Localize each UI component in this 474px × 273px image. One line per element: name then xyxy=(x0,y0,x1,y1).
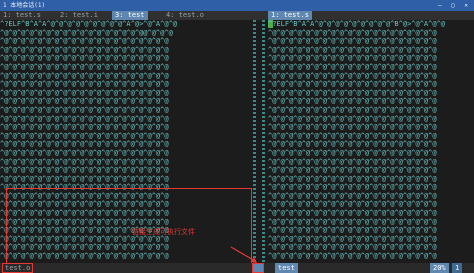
left-editor-line: ^@^@^@^@^@^@^@^@^@^@^@^@^@^@^@^@^@^@^@^@ xyxy=(0,37,169,46)
line-indicator: 1 xyxy=(452,263,463,273)
window-title-bar: 1 本地会话(1) — ▢ ✕ xyxy=(0,0,474,11)
right-editor-line: ^@^@^@^@^@^@^@^@^@^@^@^@^@^@^@^@^@^@^@^@ xyxy=(268,45,437,54)
tab-line: 1: test.s 2: test.i 3: test 4: test.o 1:… xyxy=(0,11,474,20)
right-editor-line: ^@^@^@^@^@^@^@^@^@^@^@^@^@^@^@^@^@^@^@^@ xyxy=(268,157,437,166)
left-editor-line: ^@^@^@^@^@^@^@^@^@^@^@^@^@^@^@^@^@^@^@^@ xyxy=(0,45,169,54)
right-editor-line: ^@^@^@^@^@^@^@^@^@^@^@^@^@^@^@^@^@^@^@^@ xyxy=(268,131,437,140)
tab-test-o[interactable]: 4: test.o xyxy=(163,11,207,20)
left-file-name: test.o xyxy=(2,263,34,273)
left-editor-line: ^@^@^@^@^@^@^@^@^@^@^@^@^@^@^@^@^@^@^@^@ xyxy=(0,71,169,80)
split-marker xyxy=(252,263,264,273)
split-divider[interactable] xyxy=(252,20,266,263)
left-editor-line: ^@^@^@^@^@^@^@^@^@^@^@^@^@^@^@^@^@^@^@^@ xyxy=(0,62,169,71)
right-editor-line: ^@^@^@^@^@^@^@^@^@^@^@^@^@^@^@^@^@^@^@^@ xyxy=(268,174,437,183)
right-editor-line: ^@^@^@^@^@^@^@^@^@^@^@^@^@^@^@^@^@^@^@^@ xyxy=(268,28,437,37)
right-editor-line: ^@^@^@^@^@^@^@^@^@^@^@^@^@^@^@^@^@^@^@^@ xyxy=(268,183,437,192)
right-editor-line: ^@^@^@^@^@^@^@^@^@^@^@^@^@^@^@^@^@^@^@^@ xyxy=(268,62,437,71)
right-editor-line: ^?ELF^B^A^A^@^@^@^@^@^@^@^@^@^B^@>^@^A^@… xyxy=(268,20,446,28)
annotation-arrow-icon xyxy=(230,246,257,263)
left-editor-line: ^@^@^@^@^@^@^@^@^@^@^@^@^@^@^@^@^@^@^@^@ xyxy=(0,88,169,97)
window-controls[interactable]: — ▢ ✕ xyxy=(438,0,471,11)
right-editor-line: ^@^@^@^@^@^@^@^@^@^@^@^@^@^@^@^@^@^@^@^@ xyxy=(268,226,437,235)
tab-right-test-s[interactable]: 1: test.s xyxy=(268,11,312,20)
left-editor-line: ^@^@^@^@^@^@^@^@^@^@^@^@^@^@^@^@^@^@^@^@ xyxy=(0,105,169,114)
right-editor-line: ^@^@^@^@^@^@^@^@^@^@^@^@^@^@^@^@^@^@^@^@ xyxy=(268,140,437,149)
scroll-percent: 20% xyxy=(430,263,449,273)
right-editor-line: ^@^@^@^@^@^@^@^@^@^@^@^@^@^@^@^@^@^@^@^@ xyxy=(268,217,437,226)
tab-test-i[interactable]: 2: test.i xyxy=(57,11,101,20)
window-title: 1 本地会话(1) xyxy=(3,2,46,9)
status-line: test.o test 20% 1 xyxy=(0,263,474,273)
left-editor-line: ^@^@^@^@^@^@^@^@^@^@^@^@^@^@^@^@^@^@^@^@ xyxy=(0,114,169,123)
left-editor-line: ^@^@^@^@^@^@^@^@^@^@^@^@^@^@^@^@^@^@^@^@ xyxy=(0,157,169,166)
right-editor-line: ^@^@^@^@^@^@^@^@^@^@^@^@^@^@^@^@^@^@^@^@ xyxy=(268,37,437,46)
right-editor-line: ^@^@^@^@^@^@^@^@^@^@^@^@^@^@^@^@^@^@^@^@ xyxy=(268,105,437,114)
right-editor-line: ^@^@^@^@^@^@^@^@^@^@^@^@^@^@^@^@^@^@^@^@ xyxy=(268,148,437,157)
right-editor-line: ^@^@^@^@^@^@^@^@^@^@^@^@^@^@^@^@^@^@^@^@ xyxy=(268,166,437,175)
left-editor-line: ^@^@^@^@^@^@^@^@^@^@^@^@^@^@^@^@^@^@^@^@ xyxy=(0,97,169,106)
annotation-text: 链接生成可执行文件 xyxy=(132,228,195,236)
left-editor-line: ^@^@^@^@^@^@^@^@^@^@^@^@^@^@^@^@^@^@^@^@ xyxy=(0,80,169,89)
right-editor-line: ^@^@^@^@^@^@^@^@^@^@^@^@^@^@^@^@^@^@^@^@ xyxy=(268,54,437,63)
right-editor-line: ^@^@^@^@^@^@^@^@^@^@^@^@^@^@^@^@^@^@^@^@ xyxy=(268,209,437,218)
left-editor-line: ^@^@^@^@^@^@^@^@^@^@^@^@^@^@^@^@^@@^@^@^… xyxy=(0,28,173,37)
annotation-box xyxy=(6,188,252,264)
left-editor-line: ^@^@^@^@^@^@^@^@^@^@^@^@^@^@^@^@^@^@^@^@ xyxy=(0,131,169,140)
editor-right-pane[interactable]: ^?ELF^B^A^A^@^@^@^@^@^@^@^@^@^B^@>^@^A^@… xyxy=(268,20,474,263)
right-editor-line: ^@^@^@^@^@^@^@^@^@^@^@^@^@^@^@^@^@^@^@^@ xyxy=(268,88,437,97)
left-editor-line: ^@^@^@^@^@^@^@^@^@^@^@^@^@^@^@^@^@^@^@^@ xyxy=(0,166,169,175)
left-editor-line: ^?ELF^B^A^A^@^@^@^@^@^@^@^@^@^A^@>^@^A^@… xyxy=(0,20,178,28)
tab-test-s[interactable]: 1: test.s xyxy=(0,11,44,20)
left-editor-line: ^@^@^@^@^@^@^@^@^@^@^@^@^@^@^@^@^@^@^@^@ xyxy=(0,148,169,157)
right-file-name: test xyxy=(275,263,298,273)
right-editor-line: ^@^@^@^@^@^@^@^@^@^@^@^@^@^@^@^@^@^@^@^@ xyxy=(268,191,437,200)
right-editor-line: ^@^@^@^@^@^@^@^@^@^@^@^@^@^@^@^@^@^@^@^@ xyxy=(268,114,437,123)
right-editor-line: ^@^@^@^@^@^@^@^@^@^@^@^@^@^@^@^@^@^@^@^@ xyxy=(268,97,437,106)
right-editor-line: ^@^@^@^@^@^@^@^@^@^@^@^@^@^@^@^@^@^@^@^@ xyxy=(268,234,437,243)
left-editor-line: ^@^@^@^@^@^@^@^@^@^@^@^@^@^@^@^@^@^@^@^@ xyxy=(0,54,169,63)
right-editor-line: ^@^@^@^@^@^@^@^@^@^@^@^@^@^@^@^@^@^@^@^@ xyxy=(268,80,437,89)
right-editor-line: ^@^@^@^@^@^@^@^@^@^@^@^@^@^@^@^@^@^@^@^@ xyxy=(268,252,437,261)
tab-test[interactable]: 3: test xyxy=(112,11,148,20)
right-editor-line: ^@^@^@^@^@^@^@^@^@^@^@^@^@^@^@^@^@^@^@^@ xyxy=(268,123,437,132)
right-editor-line: ^@^@^@^@^@^@^@^@^@^@^@^@^@^@^@^@^@^@^@^@ xyxy=(268,71,437,80)
right-editor-line: ^@^@^@^@^@^@^@^@^@^@^@^@^@^@^@^@^@^@^@^@ xyxy=(268,243,437,252)
left-editor-line: ^@^@^@^@^@^@^@^@^@^@^@^@^@^@^@^@^@^@^@^@ xyxy=(0,140,169,149)
right-editor-line: ^@^@^@^@^@^@^@^@^@^@^@^@^@^@^@^@^@^@^@^@ xyxy=(268,200,437,209)
left-editor-line: ^@^@^@^@^@^@^@^@^@^@^@^@^@^@^@^@^@^@^@^@ xyxy=(0,123,169,132)
left-editor-line: ^@^@^@^@^@^@^@^@^@^@^@^@^@^@^@^@^@^@^@^@ xyxy=(0,174,169,183)
